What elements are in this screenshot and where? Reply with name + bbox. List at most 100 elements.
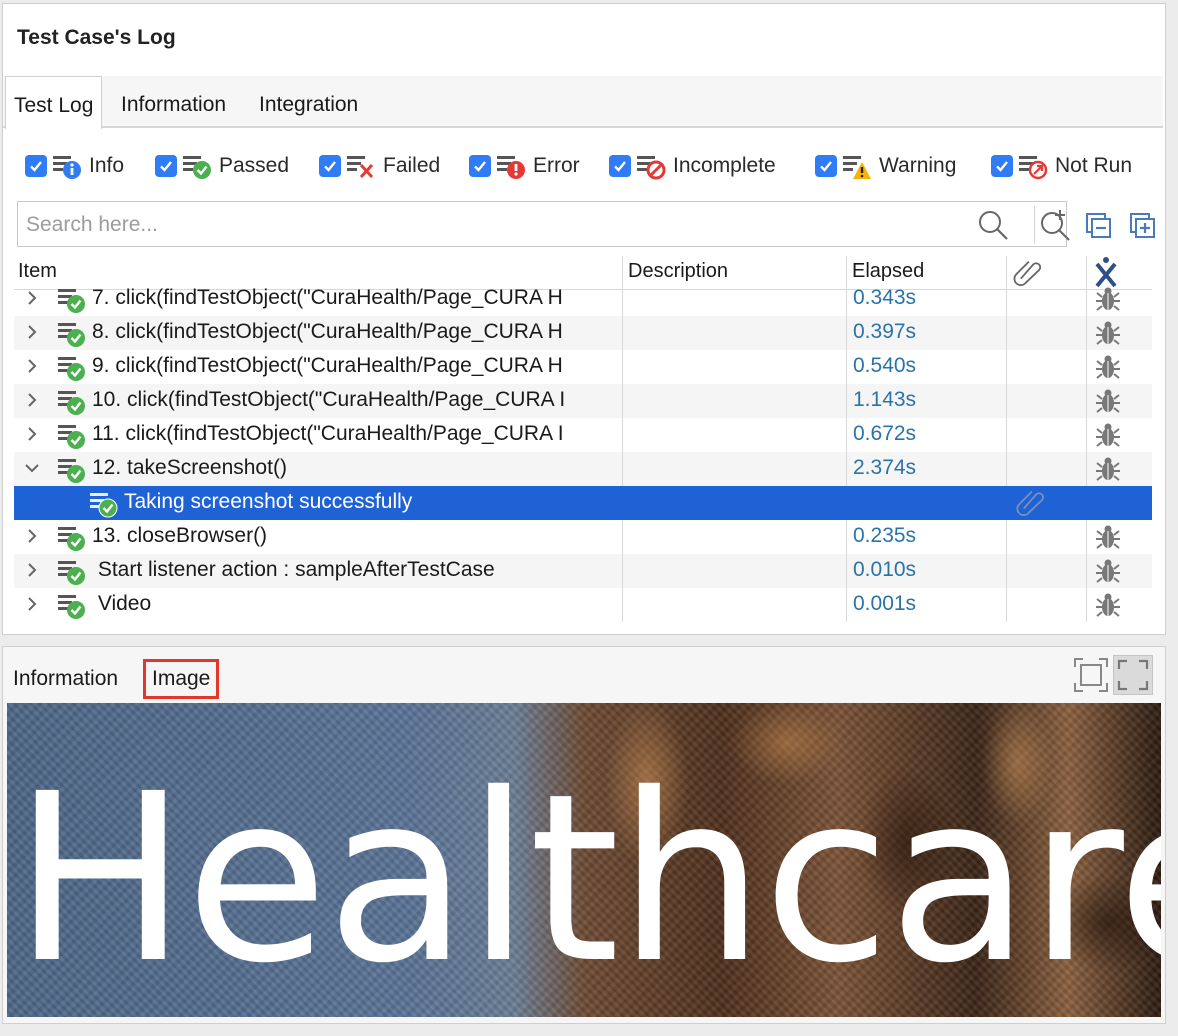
log-table-body: 7. click(findTestObject("CuraHealth/Page…: [14, 284, 1152, 622]
search-box: [17, 201, 1070, 247]
search-icon[interactable]: [976, 208, 1010, 242]
filter-failed-label: Failed: [383, 154, 441, 177]
not-run-icon: [1019, 156, 1048, 180]
bug-icon[interactable]: [1094, 353, 1122, 381]
table-row[interactable]: 12. takeScreenshot() 2.374s: [14, 452, 1152, 486]
column-item[interactable]: Item: [18, 260, 57, 283]
filter-warning[interactable]: Warning: [815, 148, 956, 184]
row-elapsed: 0.343s: [853, 286, 917, 309]
collapse-all-icon[interactable]: [1085, 212, 1113, 240]
filter-warning-label: Warning: [879, 154, 957, 177]
checkbox-checked-icon[interactable]: [991, 155, 1013, 177]
chevron-right-icon[interactable]: [22, 526, 42, 546]
column-description[interactable]: Description: [628, 260, 728, 283]
row-item-text: Video: [92, 592, 152, 615]
bug-icon[interactable]: [1094, 523, 1122, 551]
tab-image[interactable]: Image: [143, 659, 220, 699]
screenshot-image: Healthcare: [7, 703, 1161, 1017]
table-row[interactable]: 11. click(findTestObject("CuraHealth/Pag…: [14, 418, 1152, 452]
checkbox-checked-icon[interactable]: [609, 155, 631, 177]
bug-icon[interactable]: [1094, 285, 1122, 313]
bug-icon[interactable]: [1094, 455, 1122, 483]
expand-all-icon[interactable]: [1129, 212, 1157, 240]
incomplete-icon: [637, 156, 666, 180]
full-screen-button[interactable]: [1113, 655, 1153, 695]
passed-icon: [183, 156, 211, 179]
passed-step-icon: [58, 357, 85, 381]
bug-icon[interactable]: [1094, 557, 1122, 585]
table-row[interactable]: 10. click(findTestObject("CuraHealth/Pag…: [14, 384, 1152, 418]
passed-step-icon: [58, 595, 85, 619]
passed-step-icon: [90, 493, 118, 518]
filter-incomplete[interactable]: Incomplete: [609, 148, 776, 184]
warning-icon: [843, 156, 871, 179]
attachment-icon[interactable]: [1012, 488, 1050, 518]
table-row[interactable]: Start listener action : sampleAfterTestC…: [14, 554, 1152, 588]
chevron-right-icon[interactable]: [22, 322, 42, 342]
checkbox-checked-icon[interactable]: [155, 155, 177, 177]
passed-step-icon: [58, 391, 85, 415]
row-elapsed: 0.235s: [853, 524, 917, 547]
tab-test-log[interactable]: Test Log: [5, 76, 103, 130]
column-divider: [622, 284, 623, 622]
search-input[interactable]: [24, 208, 974, 242]
row-elapsed: 2.374s: [853, 456, 917, 479]
status-filters: Info Passed Failed Error Incomplete Warn…: [3, 142, 1163, 188]
fit-to-window-icon[interactable]: [1071, 655, 1111, 695]
advanced-search-icon[interactable]: [1038, 208, 1072, 242]
panel-title: Test Case's Log: [17, 26, 176, 49]
passed-step-icon: [58, 527, 85, 551]
chevron-right-icon[interactable]: [22, 594, 42, 614]
passed-step-icon: [58, 561, 85, 585]
detail-panel: Information Image Healthcare: [2, 646, 1166, 1024]
checkbox-checked-icon[interactable]: [815, 155, 837, 177]
filter-passed[interactable]: Passed: [155, 148, 289, 184]
checkbox-checked-icon[interactable]: [25, 155, 47, 177]
chevron-down-icon[interactable]: [22, 458, 42, 478]
error-icon: [497, 156, 525, 179]
search-separator: [1034, 206, 1035, 244]
chevron-right-icon[interactable]: [22, 390, 42, 410]
table-row[interactable]: 9. click(findTestObject("CuraHealth/Page…: [14, 350, 1152, 384]
row-item-text: 9. click(findTestObject("CuraHealth/Page…: [92, 354, 563, 377]
table-row[interactable]: Video 0.001s: [14, 588, 1152, 622]
bug-icon[interactable]: [1094, 421, 1122, 449]
filter-info-label: Info: [89, 154, 125, 177]
table-row[interactable]: 7. click(findTestObject("CuraHealth/Page…: [14, 284, 1152, 316]
filter-passed-label: Passed: [219, 154, 290, 177]
full-screen-icon: [1117, 659, 1149, 691]
chevron-right-icon[interactable]: [22, 424, 42, 444]
bug-icon[interactable]: [1094, 387, 1122, 415]
row-item-text: 11. click(findTestObject("CuraHealth/Pag…: [92, 422, 564, 445]
filter-info[interactable]: Info: [25, 148, 124, 184]
chevron-right-icon[interactable]: [22, 356, 42, 376]
column-divider: [1006, 284, 1007, 622]
row-elapsed: 1.143s: [853, 388, 917, 411]
filter-incomplete-label: Incomplete: [673, 154, 776, 177]
tab-integration[interactable]: Integration: [251, 76, 366, 128]
row-item-text: 10. click(findTestObject("CuraHealth/Pag…: [92, 388, 566, 411]
passed-step-icon: [58, 323, 85, 347]
bug-icon[interactable]: [1094, 591, 1122, 619]
bug-icon[interactable]: [1094, 319, 1122, 347]
column-divider: [1086, 284, 1087, 622]
row-item-text: 7. click(findTestObject("CuraHealth/Page…: [92, 286, 563, 309]
column-elapsed[interactable]: Elapsed: [852, 260, 924, 283]
chevron-right-icon[interactable]: [22, 288, 42, 308]
filter-error[interactable]: Error: [469, 148, 580, 184]
checkbox-checked-icon[interactable]: [319, 155, 341, 177]
row-item-text: 12. takeScreenshot(): [92, 456, 287, 479]
table-row[interactable]: 13. closeBrowser() 0.235s: [14, 520, 1152, 554]
chevron-right-icon[interactable]: [22, 560, 42, 580]
row-item-text: 13. closeBrowser(): [92, 524, 268, 547]
tab-information-detail[interactable]: Information: [7, 659, 124, 699]
tab-information[interactable]: Information: [113, 76, 234, 128]
table-row[interactable]: 8. click(findTestObject("CuraHealth/Page…: [14, 316, 1152, 350]
image-caption: Healthcare: [13, 744, 1161, 1014]
filter-failed[interactable]: Failed: [319, 148, 440, 184]
filter-not-run[interactable]: Not Run: [991, 148, 1132, 184]
checkbox-checked-icon[interactable]: [469, 155, 491, 177]
passed-step-icon: [58, 425, 85, 449]
column-divider: [846, 284, 847, 622]
table-row-selected[interactable]: Taking screenshot successfully: [14, 486, 1152, 520]
